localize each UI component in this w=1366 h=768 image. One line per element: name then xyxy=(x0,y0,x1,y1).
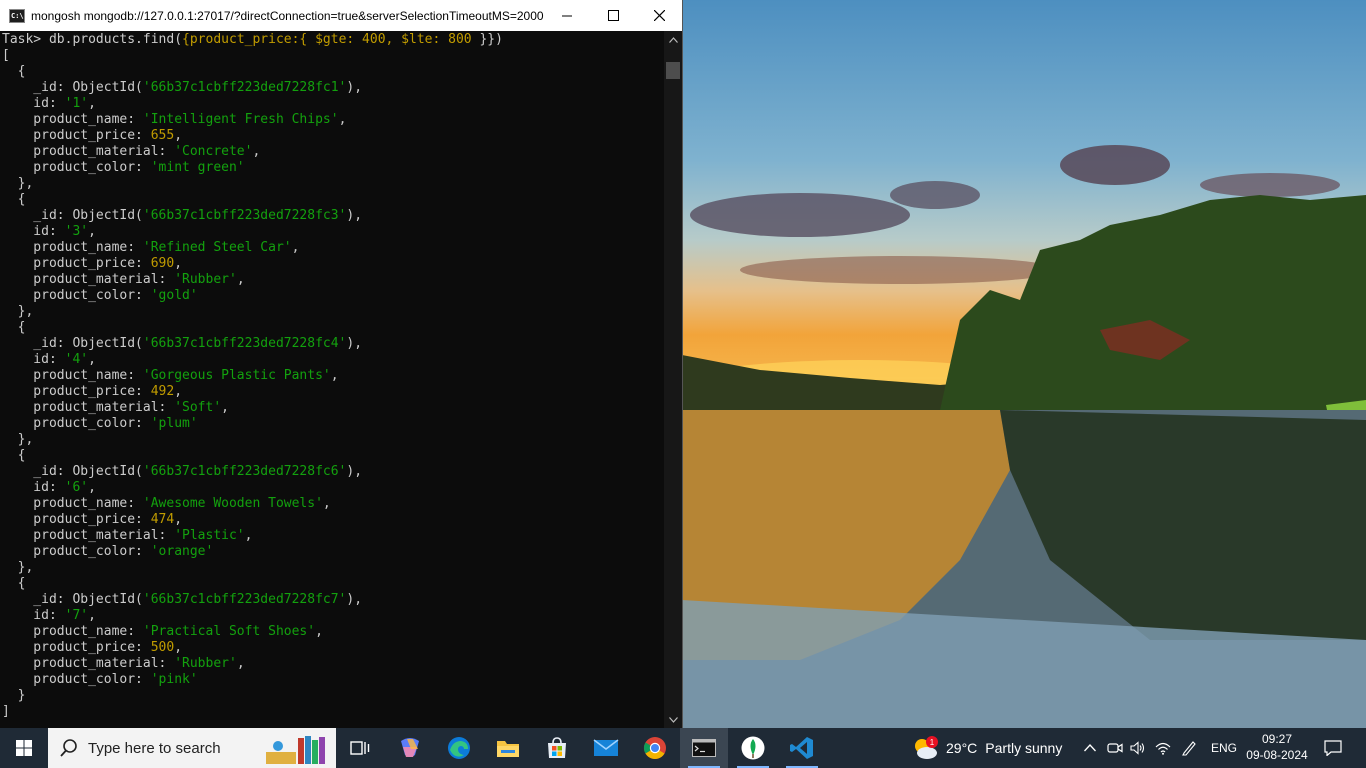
taskbar-search-box[interactable]: Type here to search xyxy=(48,728,336,768)
windows-logo-icon xyxy=(16,740,32,756)
scroll-down-button[interactable] xyxy=(664,711,682,728)
clock-date: 09-08-2024 xyxy=(1246,748,1308,762)
copilot-app[interactable] xyxy=(386,728,434,768)
weather-badge: 1 xyxy=(930,738,935,747)
show-hidden-icons-button[interactable] xyxy=(1080,728,1100,768)
mongosh-console-window[interactable]: C:\. mongosh mongodb://127.0.0.1:27017/?… xyxy=(0,0,683,728)
task-view-icon xyxy=(350,741,370,755)
speaker-icon xyxy=(1130,741,1145,755)
weather-widget[interactable]: 1 29°C Partly sunny xyxy=(912,728,1062,768)
close-button[interactable] xyxy=(636,0,682,31)
task-view-button[interactable] xyxy=(336,728,384,768)
edge-app[interactable] xyxy=(435,728,483,768)
result-document: { _id: ObjectId('66b37c1cbff223ded7228fc… xyxy=(17,576,363,703)
search-placeholder: Type here to search xyxy=(88,739,221,757)
pen-workspace-button[interactable] xyxy=(1178,728,1200,768)
terminal-output[interactable]: Task> db.products.find({product_price:{ … xyxy=(2,32,664,728)
window-titlebar[interactable]: C:\. mongosh mongodb://127.0.0.1:27017/?… xyxy=(0,0,682,31)
clock-time: 09:27 xyxy=(1261,732,1293,746)
chevron-down-icon xyxy=(668,716,678,723)
notifications-button[interactable] xyxy=(1316,728,1350,768)
taskbar: Type here to search 1 29°C Partly sunny … xyxy=(0,728,1366,768)
pen-icon xyxy=(1182,741,1196,756)
console-app-icon: C:\. xyxy=(9,8,25,23)
weather-condition: Partly sunny xyxy=(985,740,1063,756)
vscode-icon xyxy=(790,737,813,759)
result-document: { _id: ObjectId('66b37c1cbff223ded7228fc… xyxy=(17,64,363,191)
start-button[interactable] xyxy=(0,728,48,768)
terminal-app-icon xyxy=(692,739,716,757)
camera-icon xyxy=(1107,743,1123,753)
weather-temperature: 29°C xyxy=(946,740,978,756)
microsoft-store-app[interactable] xyxy=(533,728,581,768)
result-document: { _id: ObjectId('66b37c1cbff223ded7228fc… xyxy=(17,320,363,447)
chevron-up-icon xyxy=(668,36,678,43)
mongodb-compass-app[interactable] xyxy=(729,728,777,768)
mail-app[interactable] xyxy=(582,728,630,768)
shell-prompt: Task> xyxy=(2,32,49,47)
clock[interactable]: 09:27 09-08-2024 xyxy=(1245,728,1309,768)
chrome-app[interactable] xyxy=(631,728,679,768)
minimize-button[interactable] xyxy=(544,0,590,31)
notification-speech-bubble-icon xyxy=(1324,740,1342,756)
command-prompt-app[interactable] xyxy=(680,728,728,768)
scroll-up-button[interactable] xyxy=(664,31,682,48)
result-document: { _id: ObjectId('66b37c1cbff223ded7228fc… xyxy=(17,192,363,319)
result-open-bracket: [ xyxy=(2,48,10,63)
volume-button[interactable] xyxy=(1128,728,1148,768)
file-explorer-app[interactable] xyxy=(484,728,532,768)
shell-command: db.products.find({product_price:{ $gte: … xyxy=(48,32,503,47)
vertical-scrollbar[interactable] xyxy=(664,31,682,728)
search-icon xyxy=(60,739,77,757)
minimize-icon xyxy=(562,15,572,16)
vscode-app[interactable] xyxy=(778,728,826,768)
result-close-bracket: ] xyxy=(2,704,10,719)
folder-icon xyxy=(497,741,519,757)
maximize-icon xyxy=(607,10,619,21)
window-title: mongosh mongodb://127.0.0.1:27017/?direc… xyxy=(31,8,544,23)
chrome-browser-icon xyxy=(644,737,666,759)
network-button[interactable] xyxy=(1153,728,1173,768)
result-documents: { _id: ObjectId('66b37c1cbff223ded7228fc… xyxy=(2,64,362,703)
result-document: { _id: ObjectId('66b37c1cbff223ded7228fc… xyxy=(17,448,363,575)
search-highlight-books-icon xyxy=(266,736,325,764)
store-bag-icon xyxy=(548,737,566,758)
scroll-thumb[interactable] xyxy=(666,62,680,79)
input-language-indicator[interactable]: ENG xyxy=(1208,728,1240,768)
mail-envelope-icon xyxy=(593,739,619,756)
maximize-button[interactable] xyxy=(590,0,636,31)
weather-partly-sunny-icon: 1 xyxy=(915,736,938,759)
edge-browser-icon xyxy=(448,737,470,759)
wifi-icon xyxy=(1155,742,1171,755)
chevron-up-icon xyxy=(1084,744,1096,752)
close-icon xyxy=(653,10,665,21)
tray-meet-now[interactable] xyxy=(1105,728,1125,768)
copilot-icon xyxy=(401,738,419,757)
mongodb-leaf-icon xyxy=(741,736,765,760)
